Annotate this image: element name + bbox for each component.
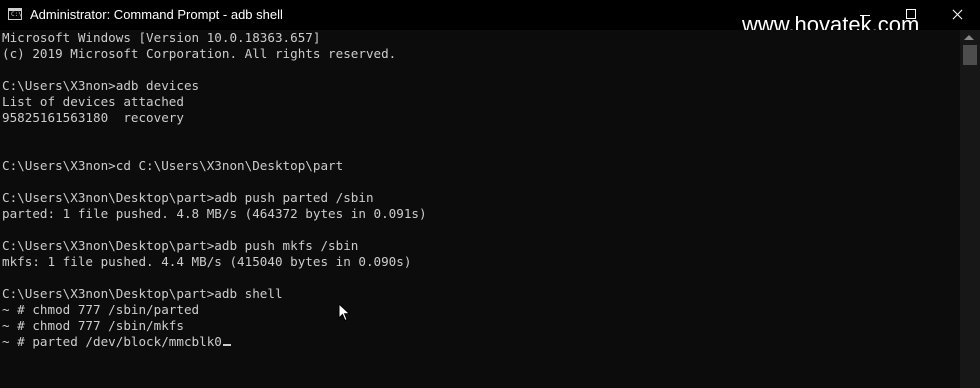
text-cursor	[222, 344, 231, 346]
cmd-icon-label: C:\	[11, 11, 22, 18]
console-line: Microsoft Windows [Version 10.0.18363.65…	[2, 30, 321, 45]
console-line: C:\Users\X3non\Desktop\part>adb push mkf…	[2, 238, 359, 253]
console-line: C:\Users\X3non>adb devices	[2, 78, 200, 93]
command-prompt-window: C:\ Administrator: Command Prompt - adb …	[0, 0, 980, 388]
console-line: parted: 1 file pushed. 4.8 MB/s (464372 …	[2, 206, 427, 221]
scroll-up-arrow-icon[interactable]	[964, 35, 974, 40]
console-input-line[interactable]: ~ # parted /dev/block/mmcblk0	[2, 334, 231, 350]
console-line: C:\Users\X3non>cd C:\Users\X3non\Desktop…	[2, 158, 344, 173]
window-title: Administrator: Command Prompt - adb shel…	[30, 7, 283, 22]
scroll-thumb[interactable]	[963, 45, 977, 65]
close-button[interactable]	[934, 0, 980, 30]
console-line: C:\Users\X3non\Desktop\part>adb shell	[2, 286, 283, 301]
cmd-icon[interactable]: C:\	[8, 8, 22, 20]
vertical-scrollbar[interactable]	[960, 30, 980, 388]
console-line: (c) 2019 Microsoft Corporation. All righ…	[2, 46, 397, 61]
console-output[interactable]: Microsoft Windows [Version 10.0.18363.65…	[0, 30, 960, 388]
console-line: C:\Users\X3non\Desktop\part>adb push par…	[2, 190, 374, 205]
title-bar[interactable]: C:\ Administrator: Command Prompt - adb …	[0, 0, 980, 37]
mouse-pointer-icon	[338, 303, 351, 322]
minimize-button[interactable]	[842, 0, 888, 30]
console-line: List of devices attached	[2, 94, 184, 109]
console-line: ~ # chmod 777 /sbin/parted	[2, 302, 200, 317]
console-line: 95825161563180 recovery	[2, 110, 184, 125]
console-line-text: ~ # parted /dev/block/mmcblk0	[2, 334, 222, 349]
maximize-button[interactable]	[888, 0, 934, 30]
console-line: ~ # chmod 777 /sbin/mkfs	[2, 318, 184, 333]
console-line: mkfs: 1 file pushed. 4.4 MB/s (415040 by…	[2, 254, 412, 269]
